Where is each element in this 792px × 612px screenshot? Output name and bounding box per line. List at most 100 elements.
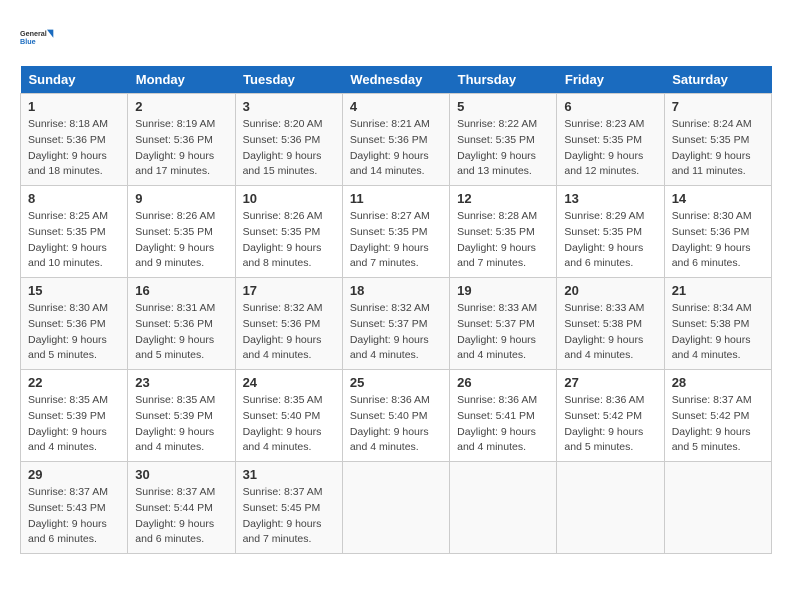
day-info: Sunrise: 8:20 AMSunset: 5:36 PMDaylight:… xyxy=(243,117,335,180)
calendar-cell: 11 Sunrise: 8:27 AMSunset: 5:35 PMDayligh… xyxy=(342,186,449,278)
day-number: 30 xyxy=(135,467,227,482)
day-info: Sunrise: 8:35 AMSunset: 5:39 PMDaylight:… xyxy=(135,393,227,456)
calendar-cell: 12 Sunrise: 8:28 AMSunset: 5:35 PMDayligh… xyxy=(450,186,557,278)
calendar-cell: 16 Sunrise: 8:31 AMSunset: 5:36 PMDayligh… xyxy=(128,278,235,370)
day-number: 7 xyxy=(672,99,764,114)
day-info: Sunrise: 8:26 AMSunset: 5:35 PMDaylight:… xyxy=(135,209,227,272)
day-number: 25 xyxy=(350,375,442,390)
day-info: Sunrise: 8:27 AMSunset: 5:35 PMDaylight:… xyxy=(350,209,442,272)
day-info: Sunrise: 8:22 AMSunset: 5:35 PMDaylight:… xyxy=(457,117,549,180)
calendar-cell: 6 Sunrise: 8:23 AMSunset: 5:35 PMDaylight… xyxy=(557,94,664,186)
calendar-cell: 13 Sunrise: 8:29 AMSunset: 5:35 PMDayligh… xyxy=(557,186,664,278)
weekday-header: Wednesday xyxy=(342,66,449,94)
calendar-week-row: 8 Sunrise: 8:25 AMSunset: 5:35 PMDaylight… xyxy=(21,186,772,278)
day-number: 22 xyxy=(28,375,120,390)
weekday-header: Sunday xyxy=(21,66,128,94)
calendar-cell: 21 Sunrise: 8:34 AMSunset: 5:38 PMDayligh… xyxy=(664,278,771,370)
day-info: Sunrise: 8:35 AMSunset: 5:40 PMDaylight:… xyxy=(243,393,335,456)
day-info: Sunrise: 8:31 AMSunset: 5:36 PMDaylight:… xyxy=(135,301,227,364)
day-info: Sunrise: 8:19 AMSunset: 5:36 PMDaylight:… xyxy=(135,117,227,180)
calendar-cell: 26 Sunrise: 8:36 AMSunset: 5:41 PMDayligh… xyxy=(450,370,557,462)
calendar-cell: 14Sunrise: 8:30 AMSunset: 5:36 PMDayligh… xyxy=(664,186,771,278)
day-info: Sunrise: 8:32 AMSunset: 5:36 PMDaylight:… xyxy=(243,301,335,364)
day-info: Sunrise: 8:36 AMSunset: 5:40 PMDaylight:… xyxy=(350,393,442,456)
calendar-cell: 25 Sunrise: 8:36 AMSunset: 5:40 PMDayligh… xyxy=(342,370,449,462)
calendar-cell: 27 Sunrise: 8:36 AMSunset: 5:42 PMDayligh… xyxy=(557,370,664,462)
day-number: 13 xyxy=(564,191,656,206)
calendar-cell: 23 Sunrise: 8:35 AMSunset: 5:39 PMDayligh… xyxy=(128,370,235,462)
calendar-cell: 8 Sunrise: 8:25 AMSunset: 5:35 PMDaylight… xyxy=(21,186,128,278)
calendar-week-row: 22 Sunrise: 8:35 AMSunset: 5:39 PMDayligh… xyxy=(21,370,772,462)
weekday-header: Monday xyxy=(128,66,235,94)
day-info: Sunrise: 8:37 AMSunset: 5:45 PMDaylight:… xyxy=(243,485,335,548)
calendar-week-row: 15Sunrise: 8:30 AMSunset: 5:36 PMDayligh… xyxy=(21,278,772,370)
day-number: 10 xyxy=(243,191,335,206)
day-number: 17 xyxy=(243,283,335,298)
day-number: 27 xyxy=(564,375,656,390)
day-number: 29 xyxy=(28,467,120,482)
calendar-cell xyxy=(450,462,557,554)
calendar-cell: 4Sunrise: 8:21 AMSunset: 5:36 PMDaylight… xyxy=(342,94,449,186)
day-number: 11 xyxy=(350,191,442,206)
day-info: Sunrise: 8:29 AMSunset: 5:35 PMDaylight:… xyxy=(564,209,656,272)
day-number: 12 xyxy=(457,191,549,206)
day-number: 3 xyxy=(243,99,335,114)
calendar-cell: 1Sunrise: 8:18 AMSunset: 5:36 PMDaylight… xyxy=(21,94,128,186)
day-number: 20 xyxy=(564,283,656,298)
day-info: Sunrise: 8:26 AMSunset: 5:35 PMDaylight:… xyxy=(243,209,335,272)
calendar-cell: 24Sunrise: 8:35 AMSunset: 5:40 PMDayligh… xyxy=(235,370,342,462)
day-number: 9 xyxy=(135,191,227,206)
logo-icon: GeneralBlue xyxy=(20,20,56,56)
day-info: Sunrise: 8:25 AMSunset: 5:35 PMDaylight:… xyxy=(28,209,120,272)
day-number: 16 xyxy=(135,283,227,298)
day-info: Sunrise: 8:34 AMSunset: 5:38 PMDaylight:… xyxy=(672,301,764,364)
day-info: Sunrise: 8:32 AMSunset: 5:37 PMDaylight:… xyxy=(350,301,442,364)
weekday-header: Thursday xyxy=(450,66,557,94)
day-info: Sunrise: 8:24 AMSunset: 5:35 PMDaylight:… xyxy=(672,117,764,180)
calendar-cell: 22Sunrise: 8:35 AMSunset: 5:39 PMDayligh… xyxy=(21,370,128,462)
day-number: 4 xyxy=(350,99,442,114)
calendar-cell xyxy=(557,462,664,554)
weekday-header: Friday xyxy=(557,66,664,94)
day-info: Sunrise: 8:28 AMSunset: 5:35 PMDaylight:… xyxy=(457,209,549,272)
day-number: 21 xyxy=(672,283,764,298)
day-info: Sunrise: 8:37 AMSunset: 5:43 PMDaylight:… xyxy=(28,485,120,548)
day-info: Sunrise: 8:33 AMSunset: 5:37 PMDaylight:… xyxy=(457,301,549,364)
day-number: 23 xyxy=(135,375,227,390)
calendar-cell: 3 Sunrise: 8:20 AMSunset: 5:36 PMDaylight… xyxy=(235,94,342,186)
day-info: Sunrise: 8:30 AMSunset: 5:36 PMDaylight:… xyxy=(28,301,120,364)
weekday-header-row: SundayMondayTuesdayWednesdayThursdayFrid… xyxy=(21,66,772,94)
header: GeneralBlue xyxy=(20,20,772,56)
calendar-cell: 7 Sunrise: 8:24 AMSunset: 5:35 PMDaylight… xyxy=(664,94,771,186)
calendar-cell: 31 Sunrise: 8:37 AMSunset: 5:45 PMDayligh… xyxy=(235,462,342,554)
day-number: 19 xyxy=(457,283,549,298)
calendar-cell: 18 Sunrise: 8:32 AMSunset: 5:37 PMDayligh… xyxy=(342,278,449,370)
weekday-header: Tuesday xyxy=(235,66,342,94)
calendar-table: SundayMondayTuesdayWednesdayThursdayFrid… xyxy=(20,66,772,554)
day-number: 18 xyxy=(350,283,442,298)
day-info: Sunrise: 8:36 AMSunset: 5:41 PMDaylight:… xyxy=(457,393,549,456)
calendar-cell: 17 Sunrise: 8:32 AMSunset: 5:36 PMDayligh… xyxy=(235,278,342,370)
svg-text:General: General xyxy=(20,29,47,38)
day-info: Sunrise: 8:23 AMSunset: 5:35 PMDaylight:… xyxy=(564,117,656,180)
day-info: Sunrise: 8:36 AMSunset: 5:42 PMDaylight:… xyxy=(564,393,656,456)
calendar-cell: 28Sunrise: 8:37 AMSunset: 5:42 PMDayligh… xyxy=(664,370,771,462)
calendar-cell: 9 Sunrise: 8:26 AMSunset: 5:35 PMDaylight… xyxy=(128,186,235,278)
calendar-cell: 20Sunrise: 8:33 AMSunset: 5:38 PMDayligh… xyxy=(557,278,664,370)
calendar-cell: 2 Sunrise: 8:19 AMSunset: 5:36 PMDaylight… xyxy=(128,94,235,186)
calendar-cell: 10 Sunrise: 8:26 AMSunset: 5:35 PMDayligh… xyxy=(235,186,342,278)
calendar-week-row: 29 Sunrise: 8:37 AMSunset: 5:43 PMDayligh… xyxy=(21,462,772,554)
day-number: 1 xyxy=(28,99,120,114)
day-number: 8 xyxy=(28,191,120,206)
day-number: 31 xyxy=(243,467,335,482)
day-number: 26 xyxy=(457,375,549,390)
day-number: 5 xyxy=(457,99,549,114)
calendar-week-row: 1Sunrise: 8:18 AMSunset: 5:36 PMDaylight… xyxy=(21,94,772,186)
day-info: Sunrise: 8:30 AMSunset: 5:36 PMDaylight:… xyxy=(672,209,764,272)
day-number: 2 xyxy=(135,99,227,114)
day-number: 6 xyxy=(564,99,656,114)
logo: GeneralBlue xyxy=(20,20,56,56)
calendar-cell: 5 Sunrise: 8:22 AMSunset: 5:35 PMDaylight… xyxy=(450,94,557,186)
calendar-cell xyxy=(342,462,449,554)
day-number: 28 xyxy=(672,375,764,390)
